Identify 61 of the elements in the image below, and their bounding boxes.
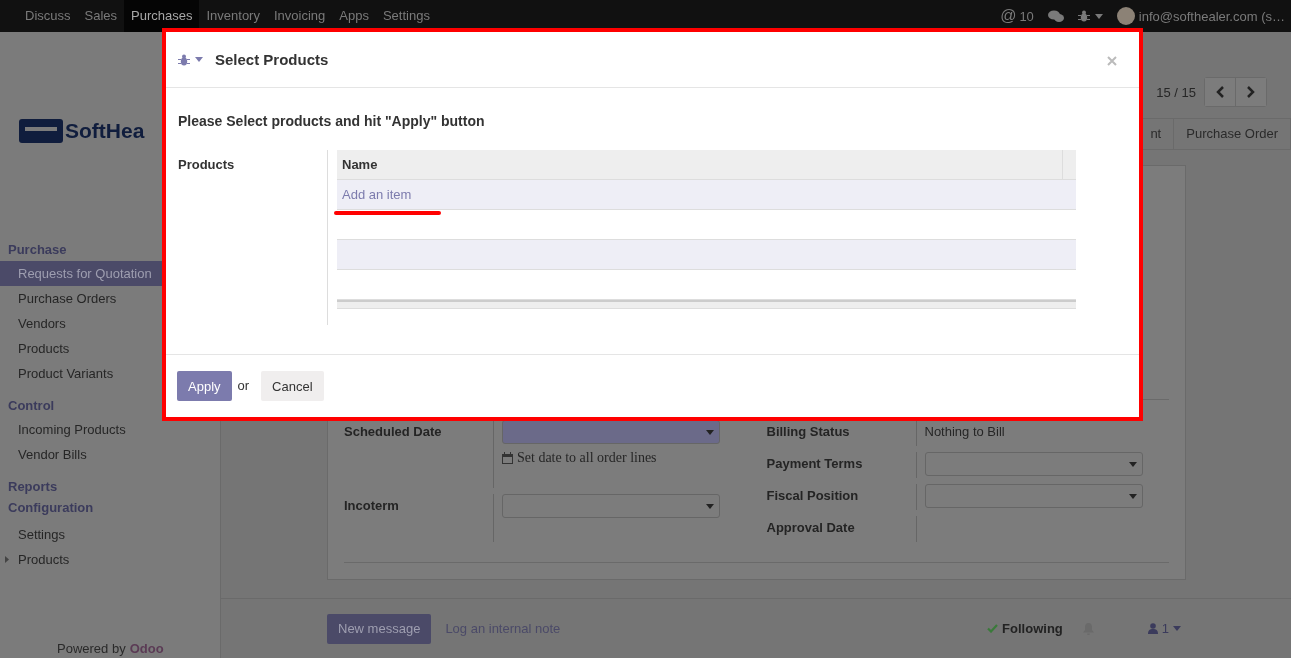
user-menu[interactable]: info@softhealer.com (s… (1116, 7, 1285, 25)
select-field[interactable] (502, 494, 720, 518)
apply-button[interactable]: Apply (177, 371, 232, 401)
dialog-instruction: Please Select products and hit "Apply" button (178, 113, 486, 129)
bug-icon (178, 53, 190, 66)
menu-section-title: Purchase (7, 241, 68, 259)
previous-button[interactable] (1205, 78, 1235, 106)
sidebar-item[interactable]: Products (0, 547, 220, 572)
field-label: Products (178, 157, 236, 174)
field-label: Fiscal Position (766, 484, 917, 510)
app-menu-item[interactable]: Inventory (199, 0, 267, 32)
expand-icon[interactable] (5, 556, 9, 563)
next-button[interactable] (1235, 78, 1266, 106)
caret-icon (1173, 626, 1181, 631)
app-menu-item[interactable]: Discuss (18, 0, 78, 32)
calendar-icon (502, 452, 513, 464)
select-field[interactable] (924, 484, 1143, 508)
cancel-button[interactable]: Cancel (261, 371, 324, 401)
field-value: Nothing to Bill (924, 423, 1006, 439)
powered-by-text: Powered by (57, 641, 126, 656)
or-text: or (237, 377, 250, 393)
chat-icon[interactable] (1047, 9, 1064, 23)
mentions-counter[interactable]: @ 10 (1000, 7, 1034, 25)
close-icon (1107, 56, 1117, 66)
sidebar-item[interactable]: Incoming Products (0, 417, 220, 442)
caret-icon (195, 57, 203, 62)
app-menu-item[interactable]: Settings (375, 0, 437, 32)
chevron-left-icon (1216, 86, 1224, 98)
following-button[interactable]: Following (987, 621, 1063, 636)
new-message-button[interactable]: New message (327, 613, 432, 644)
sidebar-item[interactable]: Settings (0, 522, 220, 547)
menu-section-title: Configuration (7, 499, 95, 517)
field-label: Incoterm (344, 494, 494, 542)
company-logo: SoftHea (0, 99, 145, 162)
chevron-right-icon (1247, 86, 1255, 98)
field-label: Payment Terms (766, 452, 917, 478)
sidebar-item[interactable]: Vendor Bills (0, 442, 220, 467)
caret-icon (1128, 461, 1137, 467)
set-date-link[interactable]: Set date to all order lines (502, 450, 747, 466)
app-menu-item[interactable]: Invoicing (266, 0, 333, 32)
select-field[interactable] (502, 420, 720, 444)
menu-section-title: Control (7, 397, 56, 415)
field-label: Approval Date (766, 516, 917, 542)
bug-icon (1077, 10, 1090, 22)
caret-icon (1128, 493, 1137, 499)
dialog-title: Select Products (215, 51, 329, 68)
app-menu-item[interactable]: Purchases (124, 0, 200, 32)
menu-section-title: Reports (7, 478, 59, 496)
app-menu-item[interactable]: Apps (332, 0, 376, 32)
caret-icon (706, 429, 714, 435)
odoo-link[interactable]: Odoo (129, 641, 164, 656)
caret-icon (706, 503, 714, 509)
select-field[interactable] (924, 452, 1143, 476)
caret-icon (1094, 13, 1103, 19)
app-menu-item[interactable]: Sales (77, 0, 125, 32)
add-item-link[interactable]: Add an item (342, 187, 412, 202)
status-step[interactable]: Purchase Order (1174, 119, 1291, 149)
pager-counter: 15 / 15 (1156, 84, 1196, 100)
check-icon (987, 624, 999, 633)
person-icon (1147, 623, 1158, 634)
followers-button[interactable]: 1 (1147, 621, 1181, 636)
